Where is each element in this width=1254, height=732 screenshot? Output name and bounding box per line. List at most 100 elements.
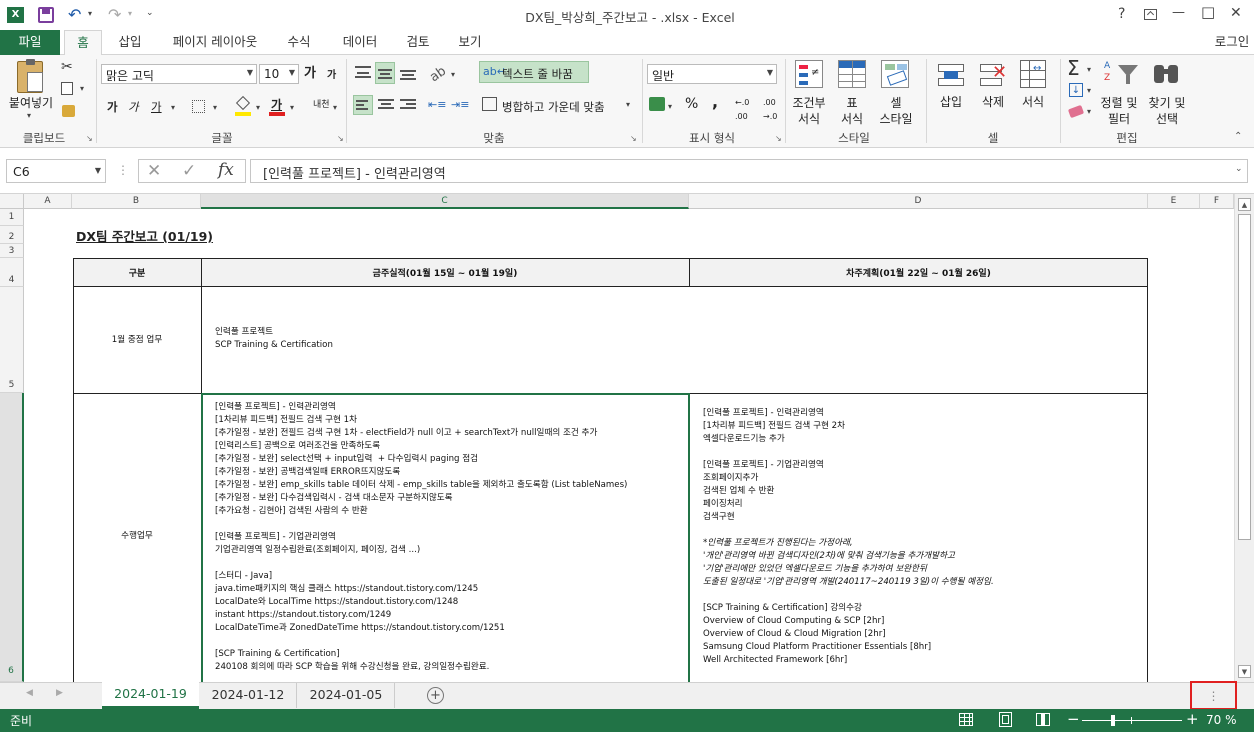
column-header-b[interactable]: B [72,194,201,209]
formula-input[interactable]: [인력풀 프로젝트] - 인력관리영역 [250,159,1248,183]
copy-dropdown-icon[interactable]: ▾ [80,84,84,93]
sort-filter-icon[interactable]: A Z [1104,61,1140,87]
sign-in-link[interactable]: 로그인 [1210,30,1254,55]
save-icon[interactable] [38,7,54,23]
page-break-view-icon[interactable] [1036,713,1050,726]
align-right-icon[interactable] [398,95,418,115]
select-all-corner[interactable] [0,194,24,209]
fill-color-icon[interactable] [235,95,251,116]
tab-view[interactable]: 보기 [450,30,490,55]
underline-dropdown-icon[interactable]: ▾ [171,103,175,112]
minimize-button[interactable]: — [1172,5,1185,20]
scroll-up-icon[interactable]: ▲ [1238,198,1251,211]
customize-qat-icon[interactable]: ⌄ [146,8,154,18]
zoom-level[interactable]: 70 % [1206,713,1237,727]
autosum-dropdown-icon[interactable]: ▾ [1087,65,1091,74]
accounting-dropdown-icon[interactable]: ▾ [668,102,672,111]
align-bottom-icon[interactable] [398,62,418,84]
shrink-font-button[interactable]: 가 [327,69,336,83]
column-header-e[interactable]: E [1148,194,1200,209]
cancel-icon[interactable]: ✕ [147,161,161,181]
find-select-button[interactable]: 찾기 및 선택 [1144,95,1190,127]
zoom-in-button[interactable]: + [1186,710,1199,728]
font-color-icon[interactable]: 가 [269,95,285,116]
zoom-slider[interactable] [1082,715,1182,726]
borders-icon[interactable] [192,100,205,113]
conditional-format-button[interactable]: 조건부 서식 [788,95,830,127]
undo-dropdown-icon[interactable]: ▾ [88,9,92,18]
cut-icon[interactable]: ✂ [61,59,73,75]
scroll-down-icon[interactable]: ▼ [1238,665,1251,678]
paste-dropdown-icon[interactable]: ▾ [27,111,31,120]
chevron-down-icon[interactable]: ▼ [767,68,773,77]
autosum-icon[interactable]: Σ [1067,56,1080,80]
tab-page-layout[interactable]: 페이지 레이아웃 [162,30,268,55]
row-header-6[interactable]: 6 [0,393,24,682]
insert-function-icon[interactable]: fx [218,160,234,180]
row-header-3[interactable]: 3 [0,244,24,258]
column-header-f[interactable]: F [1200,194,1234,209]
clipboard-launcher-icon[interactable]: ↘ [86,134,93,143]
number-format-select[interactable]: 일반 ▼ [647,64,777,84]
vertical-scroll-thumb[interactable] [1238,214,1251,540]
orientation-icon[interactable]: ab [427,64,449,86]
row-header-4[interactable]: 4 [0,258,24,287]
tab-formulas[interactable]: 수식 [278,30,320,55]
formula-bar-splitter-icon[interactable]: ⋮ [117,163,129,177]
comma-button[interactable]: , [712,94,718,110]
delete-cells-icon[interactable]: ✕ [980,62,1008,88]
number-launcher-icon[interactable]: ↘ [775,134,782,143]
normal-view-icon[interactable] [959,713,973,726]
increase-decimal-button[interactable]: ←.0.00 [735,96,759,124]
sheet-scroll-left-icon[interactable]: ◀ [26,688,33,698]
orientation-dropdown-icon[interactable]: ▾ [451,70,455,79]
sheet-tab-2024-01-19[interactable]: 2024-01-19 [102,682,199,709]
sort-filter-button[interactable]: 정렬 및 필터 [1096,95,1142,127]
merge-center-button[interactable]: 병합하고 가운데 맞춤 ▾ [479,96,639,116]
delete-cells-button[interactable]: 삭제 [976,95,1010,109]
font-name-select[interactable]: 맑은 고딕 ▼ [101,64,257,84]
alignment-launcher-icon[interactable]: ↘ [630,134,637,143]
zoom-out-button[interactable]: − [1067,710,1080,728]
vertical-scrollbar[interactable]: ▲ ▼ [1234,194,1254,682]
redo-dropdown-icon[interactable]: ▾ [128,9,132,18]
underline-button[interactable]: 가 [151,100,162,114]
sheet-tab-2024-01-05[interactable]: 2024-01-05 [298,683,395,708]
align-center-icon[interactable] [376,95,396,115]
fill-dropdown-icon[interactable]: ▾ [1087,86,1091,95]
copy-icon[interactable] [61,82,73,95]
sheet-tab-2024-01-12[interactable]: 2024-01-12 [200,683,297,708]
align-left-icon[interactable] [353,95,373,115]
italic-button[interactable]: 가 [128,100,139,114]
tab-data[interactable]: 데이터 [332,30,388,55]
conditional-format-icon[interactable]: ≠ [795,60,823,88]
chevron-down-icon[interactable]: ▼ [95,166,101,175]
enter-icon[interactable]: ✓ [182,161,196,181]
align-top-icon[interactable] [353,62,373,84]
help-button[interactable]: ? [1118,6,1125,22]
new-sheet-button[interactable]: + [427,687,444,704]
decrease-indent-icon[interactable]: ⇤≡ [428,98,446,111]
find-select-icon[interactable] [1152,61,1180,87]
phonetic-dropdown-icon[interactable]: ▾ [333,103,337,112]
page-layout-view-icon[interactable] [999,712,1012,727]
wrap-text-button[interactable]: ab↵ 텍스트 줄 바꿈 [479,61,589,83]
clear-dropdown-icon[interactable]: ▾ [1087,107,1091,116]
phonetic-button[interactable]: 내천 [313,98,330,112]
sheet-scroll-right-icon[interactable]: ▶ [56,688,63,698]
font-size-select[interactable]: 10 ▼ [259,64,299,84]
font-launcher-icon[interactable]: ↘ [337,134,344,143]
format-cells-icon[interactable]: ↔ [1020,60,1046,88]
format-table-icon[interactable] [838,60,866,88]
row-header-2[interactable]: 2 [0,226,24,244]
expand-formula-bar-icon[interactable]: ⌄ [1235,164,1243,174]
tab-split-handle-icon[interactable]: ⋮ [1190,681,1237,710]
align-middle-icon[interactable] [375,62,395,84]
chevron-down-icon[interactable]: ▼ [247,68,253,77]
increase-indent-icon[interactable]: ⇥≡ [451,98,469,111]
row-header-5[interactable]: 5 [0,287,24,393]
format-cells-button[interactable]: 서식 [1016,95,1050,109]
close-button[interactable]: ✕ [1230,5,1242,21]
paste-button[interactable]: 붙여넣기 [6,96,56,110]
worksheet-grid[interactable]: A B C D E F 1 2 3 4 5 6 DX팀 주간보고 (01/19)… [0,194,1254,682]
